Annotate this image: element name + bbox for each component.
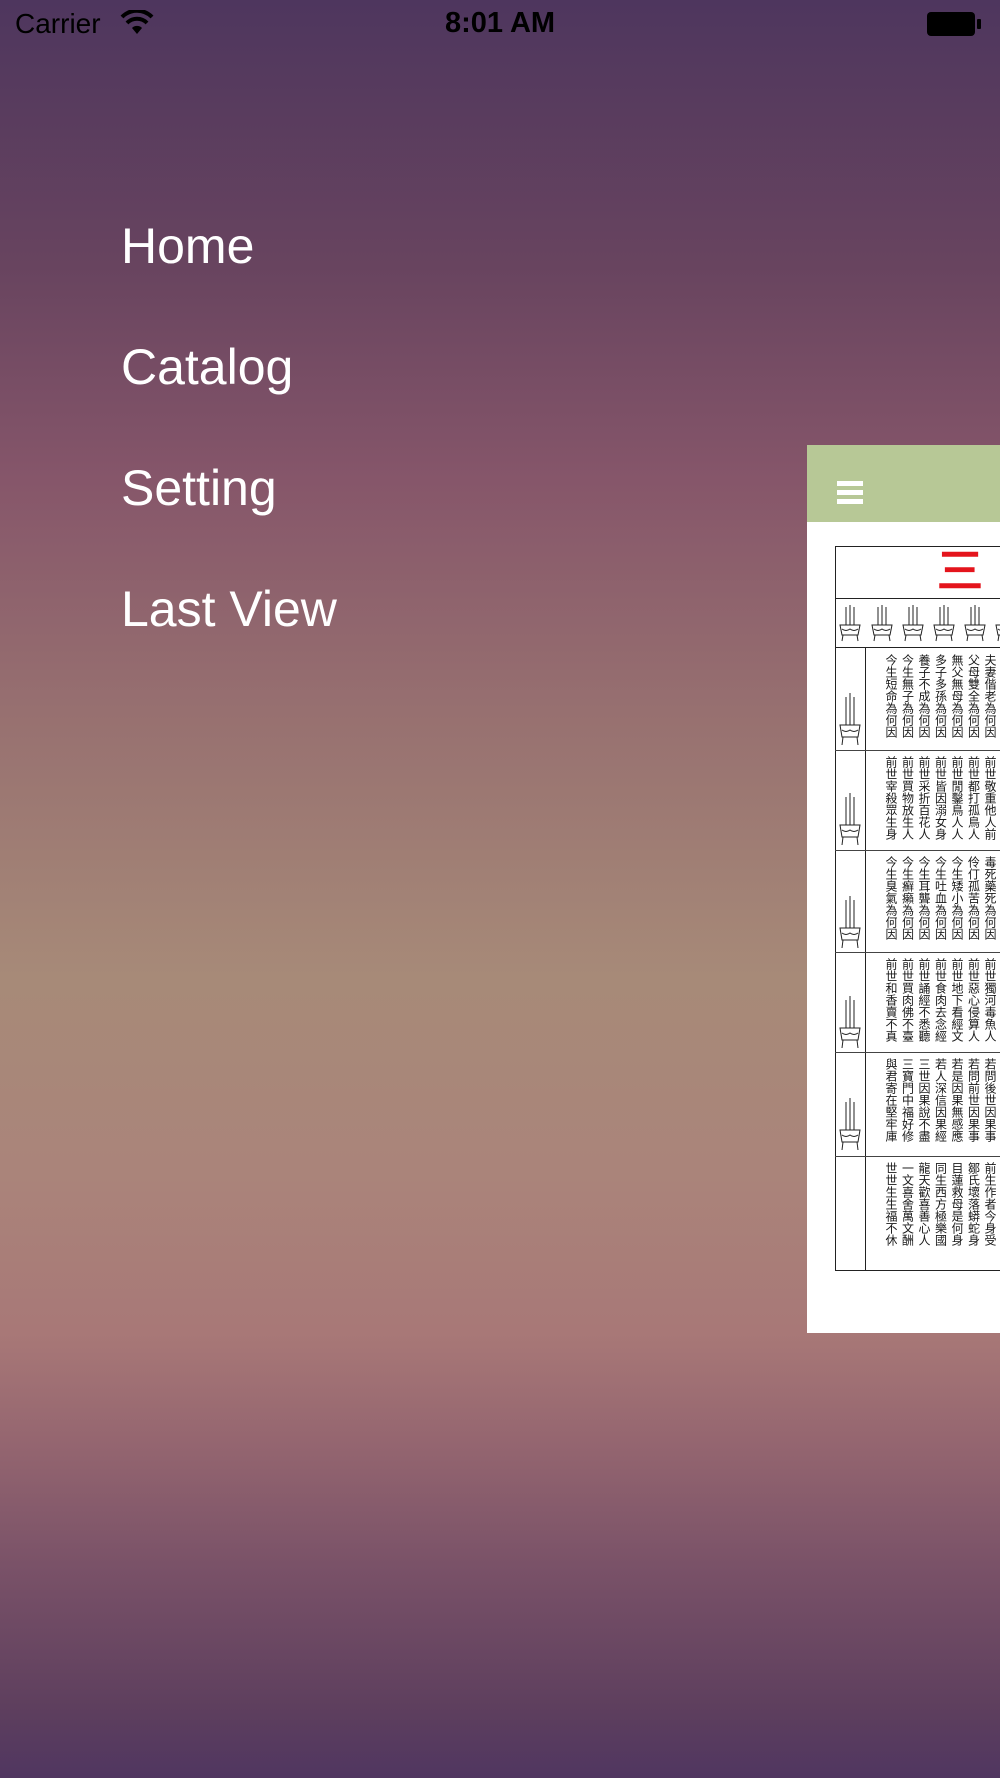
text-column: 若問後世因果事: [983, 1058, 996, 1142]
text-column: 伶仃孤苦為何因: [966, 856, 980, 940]
text-column: 一文喜舍萬文酬: [900, 1162, 914, 1246]
text-column: 前世采折百花人: [917, 756, 930, 840]
hamburger-menu-icon[interactable]: [837, 481, 863, 505]
text-column: 父母雙全為何因: [966, 654, 980, 738]
menu-item-last-view[interactable]: Last View: [121, 573, 621, 694]
incense-burner-icon: [839, 793, 861, 846]
divider: [835, 850, 1000, 851]
text-column: 今生矮小為何因: [950, 856, 963, 940]
text-column: 前生作者今身受: [983, 1162, 996, 1246]
incense-burner-icon: [964, 605, 986, 642]
text-column: 世世生生福不休: [884, 1162, 897, 1246]
divider: [835, 1052, 1000, 1053]
text-column: 鄒氏壞落蟒蛇身: [966, 1162, 980, 1246]
text-column: 與君寄在堅牢庫: [884, 1058, 897, 1142]
clock: 8:01 AM: [444, 7, 556, 39]
text-column: 養子不成為何因: [917, 654, 930, 738]
text-block-3: 今生臭氣為何因 今生癬癩為何因 今生耳聾為何因 今生吐血為何因 今生矮小為何因 …: [881, 856, 1000, 950]
text-column: 前世買肉佛不臺: [900, 958, 914, 1042]
incense-burner-icon: [839, 896, 861, 949]
divider: [835, 952, 1000, 953]
text-column: 前世獨河毒魚人: [983, 958, 996, 1042]
menu-item-setting[interactable]: Setting: [121, 452, 621, 573]
text-column: 前世皆因溺女身: [933, 756, 947, 840]
text-block-4: 前世和香賣不真 前世買肉佛不臺 前世誦經不悉聽 前世食肉去念經 前世地下看經文 …: [881, 958, 1000, 1050]
text-column: 前世閒鑿鳥人人: [950, 756, 963, 840]
text-column: 前世食肉去念經: [933, 958, 947, 1042]
incense-burner-icon: [839, 996, 861, 1049]
divider: [835, 750, 1000, 751]
text-column: 今生耳聾為何因: [917, 856, 930, 940]
text-column: 前世誦經不悉聽: [917, 958, 930, 1042]
text-column: 多子多孫為何因: [933, 654, 947, 738]
text-block-2: 前世宰殺眾生身 前世買物放生人 前世采折百花人 前世皆因溺女身 前世閒鑿鳥人人 …: [881, 756, 1000, 848]
text-column: 今生臭氣為何因: [884, 856, 897, 940]
incense-burner-icon: [839, 693, 861, 746]
left-burner-column: [835, 648, 866, 1271]
incense-burner-icon: [839, 605, 861, 642]
incense-burner-icon: [839, 1098, 861, 1151]
battery-icon: [927, 12, 981, 36]
text-column: 同生西方極樂國: [933, 1162, 947, 1246]
text-column: 三世因果說不盡: [917, 1058, 930, 1142]
text-column: 前世敬重他人前: [983, 756, 996, 840]
text-column: 若人深信因果經: [933, 1058, 947, 1142]
text-column: 前世宰殺眾生身: [884, 756, 897, 840]
text-block-1: 今生短命為何因 今生無子為何因 養子不成為何因 多子多孫為何因 無父無母為何因 …: [881, 654, 1000, 748]
divider: [835, 1156, 1000, 1157]
text-column: 前世買物放生人: [900, 756, 914, 840]
page-title: 三: [937, 544, 983, 598]
incense-burner-icon: [902, 605, 924, 642]
menu-item-catalog[interactable]: Catalog: [121, 331, 621, 452]
text-block-5: 與君寄在堅牢庫 三寶門中福好修 三世因果說不盡 若人深信因果經 若是因果無感應 …: [881, 1058, 1000, 1152]
text-column: 今生短命為何因: [884, 654, 897, 738]
scripture-page-image: 三 今生短命為何因 今生無子為何因 養子不成為何因 多子多孫為何因 無父無母為何…: [835, 546, 1000, 1271]
incense-burner-icon: [933, 605, 955, 642]
text-column: 前世都打孤鳥人: [966, 756, 980, 840]
text-column: 三寶門中福好修: [900, 1058, 914, 1142]
menu-item-home[interactable]: Home: [121, 210, 621, 331]
text-column: 若是因果無感應: [950, 1058, 963, 1142]
text-column: 今生無子為何因: [900, 654, 914, 738]
text-column: 目蓮救母是何身: [950, 1162, 963, 1246]
text-column: 今生吐血為何因: [933, 856, 947, 940]
text-column: 若問前世因果事: [966, 1058, 980, 1142]
side-menu: Home Catalog Setting Last View: [121, 210, 621, 694]
incense-burner-icon: [871, 605, 893, 642]
nav-bar: [807, 445, 1000, 522]
text-column: 前世惡心侵算人: [966, 958, 980, 1042]
incense-burner-icon: [995, 624, 1000, 642]
text-column: 毒死藥死為何因: [983, 856, 996, 940]
text-column: 無父無母為何因: [950, 654, 963, 738]
text-column: 龍天歡喜善心人: [917, 1162, 930, 1246]
text-column: 夫妻偕老為何因: [983, 654, 996, 738]
burner-row: [835, 598, 1000, 648]
text-column: 前世地下看經文: [950, 958, 963, 1042]
text-column: 今生癬癩為何因: [900, 856, 914, 940]
content-panel[interactable]: 三 今生短命為何因 今生無子為何因 養子不成為何因 多子多孫為何因 無父無母為何…: [807, 445, 1000, 1333]
status-bar: Carrier 8:01 AM: [0, 0, 1000, 50]
text-column: 前世和香賣不真: [884, 958, 897, 1042]
text-block-6: 世世生生福不休 一文喜舍萬文酬 龍天歡喜善心人 同生西方極樂國 目蓮救母是何身 …: [881, 1162, 1000, 1262]
